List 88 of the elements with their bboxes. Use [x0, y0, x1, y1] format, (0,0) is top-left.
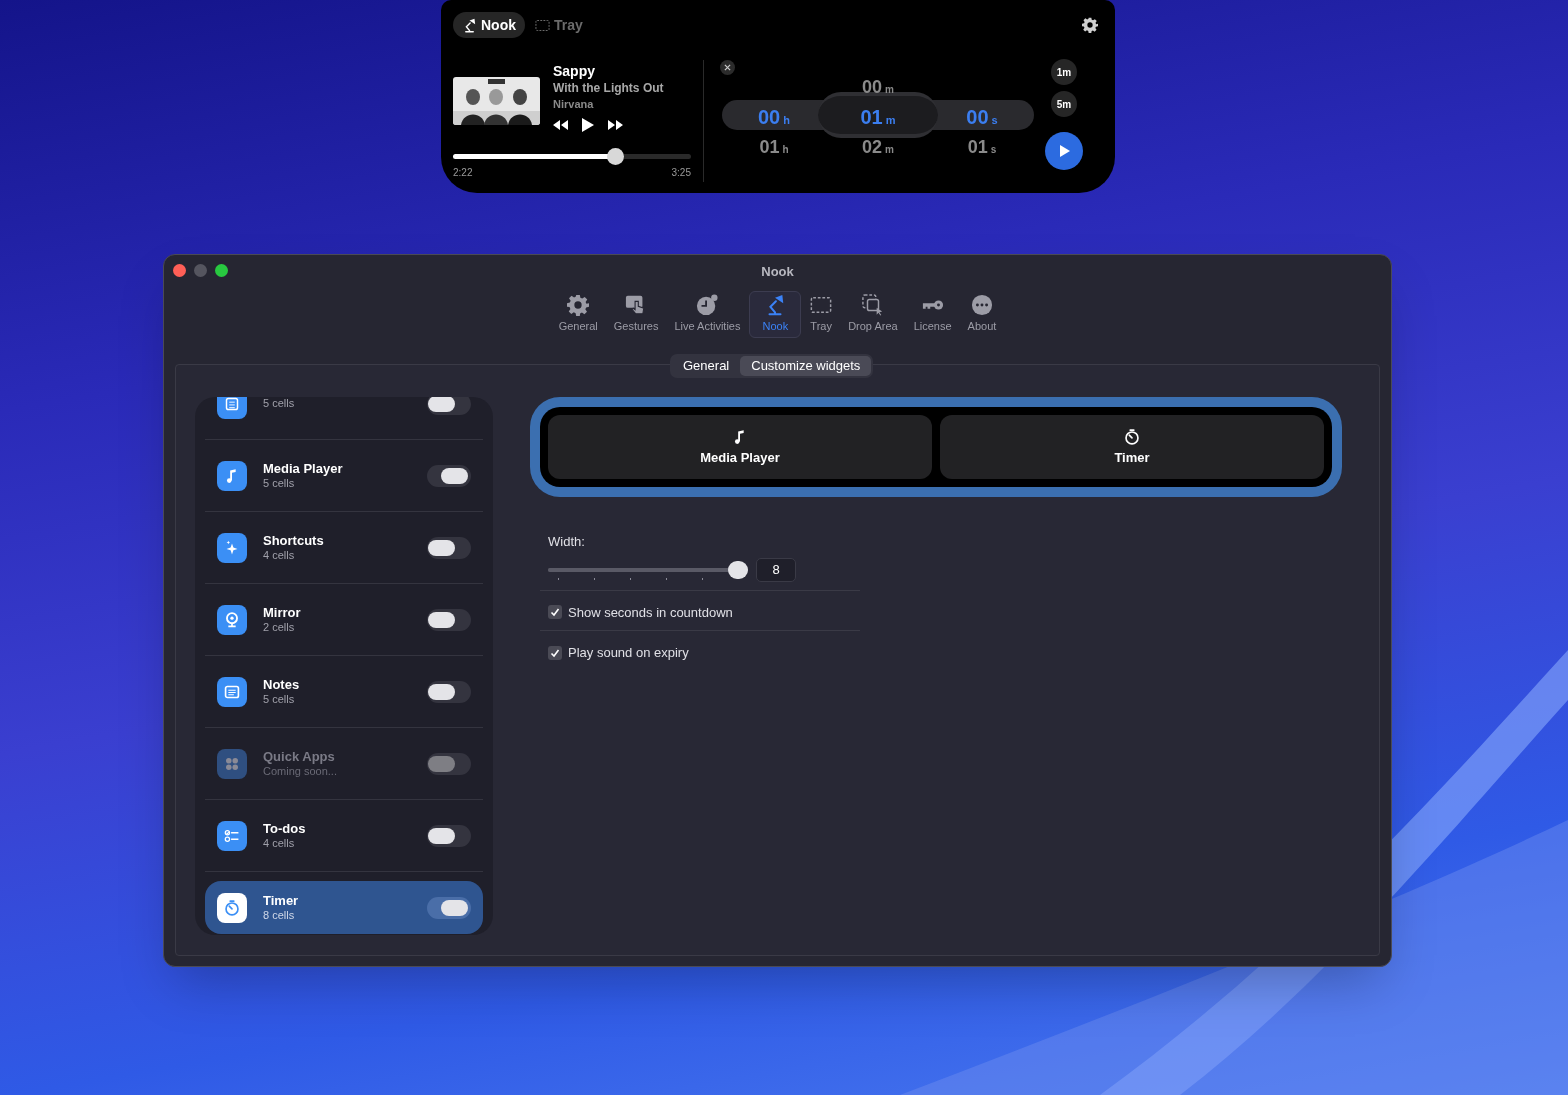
- width-label: Width:: [548, 533, 586, 551]
- toolbar-tab[interactable]: Nook: [749, 290, 802, 338]
- checkmark-icon: [550, 607, 560, 618]
- width-slider[interactable]: [548, 558, 748, 581]
- checkbox-label: Play sound on expiry: [568, 644, 689, 662]
- widget-row[interactable]: 5 cells: [205, 397, 483, 430]
- toolbar-tab[interactable]: License: [906, 290, 959, 338]
- toolbar-tab[interactable]: Gestures: [606, 290, 666, 338]
- toolbar-tab[interactable]: Live Activities: [667, 290, 748, 338]
- dashed-rectangle-icon: [535, 17, 550, 33]
- widget-title: Shortcuts: [263, 533, 325, 549]
- checkbox[interactable]: [548, 645, 562, 660]
- gear-icon: [567, 293, 590, 316]
- widget-subtitle: 5 cells: [263, 477, 296, 490]
- rewind-button[interactable]: [553, 120, 568, 130]
- close-window-button[interactable]: [173, 264, 186, 277]
- toolbar-tab[interactable]: General: [551, 290, 605, 338]
- toolbar-tab[interactable]: About: [960, 290, 1004, 338]
- play-icon: [582, 118, 594, 132]
- toggle-switch[interactable]: [427, 397, 471, 415]
- widget-subtitle: 8 cells: [263, 909, 296, 922]
- picker-value[interactable]: 00 s: [930, 102, 1034, 132]
- segment-tab[interactable]: General: [672, 356, 741, 376]
- settings-icon[interactable]: [1082, 17, 1098, 33]
- play-button[interactable]: [1045, 132, 1083, 170]
- widget-row[interactable]: Shortcuts 4 cells: [205, 521, 483, 574]
- picker-value[interactable]: 00 m: [826, 74, 930, 101]
- widget-tile[interactable]: Media Player: [548, 415, 932, 479]
- fast-forward-icon: [608, 120, 623, 130]
- segment-tab[interactable]: Customize widgets: [740, 356, 872, 376]
- desk-lamp-icon: [462, 17, 477, 33]
- toggle-switch[interactable]: [427, 464, 471, 487]
- play-button[interactable]: [582, 118, 594, 132]
- dashed-square-cursor-icon: [861, 293, 884, 316]
- album-title: With the Lights Out: [553, 80, 664, 96]
- widget-row[interactable]: To-dos 4 cells: [205, 809, 483, 862]
- toolbar-tab[interactable]: Tray: [803, 290, 840, 338]
- preset-button[interactable]: 5m: [1051, 91, 1077, 117]
- artist-name: Nirvana: [553, 97, 595, 112]
- elapsed-time: 2:22: [453, 166, 473, 180]
- checkbox-label: Show seconds in countdown: [568, 603, 733, 622]
- picker-value[interactable]: 02 m: [826, 134, 930, 161]
- widget-subtitle: 5 cells: [263, 397, 296, 410]
- widget-title: Mirror: [263, 605, 302, 621]
- close-icon: [724, 64, 731, 71]
- close-button[interactable]: [720, 60, 735, 75]
- widget-title: To-dos: [263, 821, 307, 837]
- widget-subtitle: Coming soon...: [263, 765, 338, 778]
- rewind-icon: [553, 120, 568, 130]
- play-icon: [1057, 144, 1071, 158]
- song-title: Sappy: [553, 62, 596, 80]
- widget-row[interactable]: Media Player 5 cells: [205, 449, 483, 502]
- total-time: 3:25: [671, 166, 691, 180]
- slider-thumb[interactable]: [728, 560, 748, 579]
- fast-forward-button[interactable]: [608, 120, 623, 130]
- widget-title: Notes: [263, 677, 301, 693]
- toggle-switch[interactable]: [427, 608, 471, 631]
- toggle-switch[interactable]: [427, 680, 471, 703]
- tray-tab[interactable]: Tray: [533, 12, 585, 38]
- widget-title: Quick Apps: [263, 749, 336, 765]
- toggle-switch[interactable]: [427, 896, 471, 919]
- more-icon: [970, 293, 993, 316]
- toolbar-tab[interactable]: Drop Area: [841, 290, 905, 338]
- widget-subtitle: 2 cells: [263, 621, 296, 634]
- progress-slider[interactable]: [453, 148, 691, 165]
- widget-row[interactable]: Mirror 2 cells: [205, 593, 483, 646]
- toggle-switch[interactable]: [427, 536, 471, 559]
- widget-tile[interactable]: Timer: [940, 415, 1324, 479]
- clock-badge-icon: [696, 293, 719, 316]
- widget-row[interactable]: Timer 8 cells: [205, 881, 483, 934]
- widget-subtitle: 5 cells: [263, 693, 296, 706]
- widget-title: Media Player: [263, 461, 344, 477]
- zoom-button[interactable]: [215, 264, 228, 277]
- toggle-switch[interactable]: [427, 824, 471, 847]
- preset-button[interactable]: 1m: [1051, 59, 1077, 85]
- picker-value[interactable]: 01 s: [930, 134, 1034, 161]
- checkbox[interactable]: [548, 605, 562, 620]
- picker-value[interactable]: 01 h: [722, 134, 826, 161]
- width-value-field[interactable]: 8: [756, 557, 796, 582]
- widget-row[interactable]: Notes 5 cells: [205, 665, 483, 718]
- nook-tab[interactable]: Nook: [453, 12, 525, 38]
- widget-subtitle: 4 cells: [263, 549, 296, 562]
- picker-value[interactable]: 00 h: [722, 102, 826, 132]
- checkmark-icon: [550, 647, 560, 658]
- window-title: Nook: [761, 263, 794, 281]
- widget-subtitle: 4 cells: [263, 837, 296, 850]
- widget-title: Timer: [263, 893, 300, 909]
- picker-value[interactable]: 01 m: [826, 102, 930, 132]
